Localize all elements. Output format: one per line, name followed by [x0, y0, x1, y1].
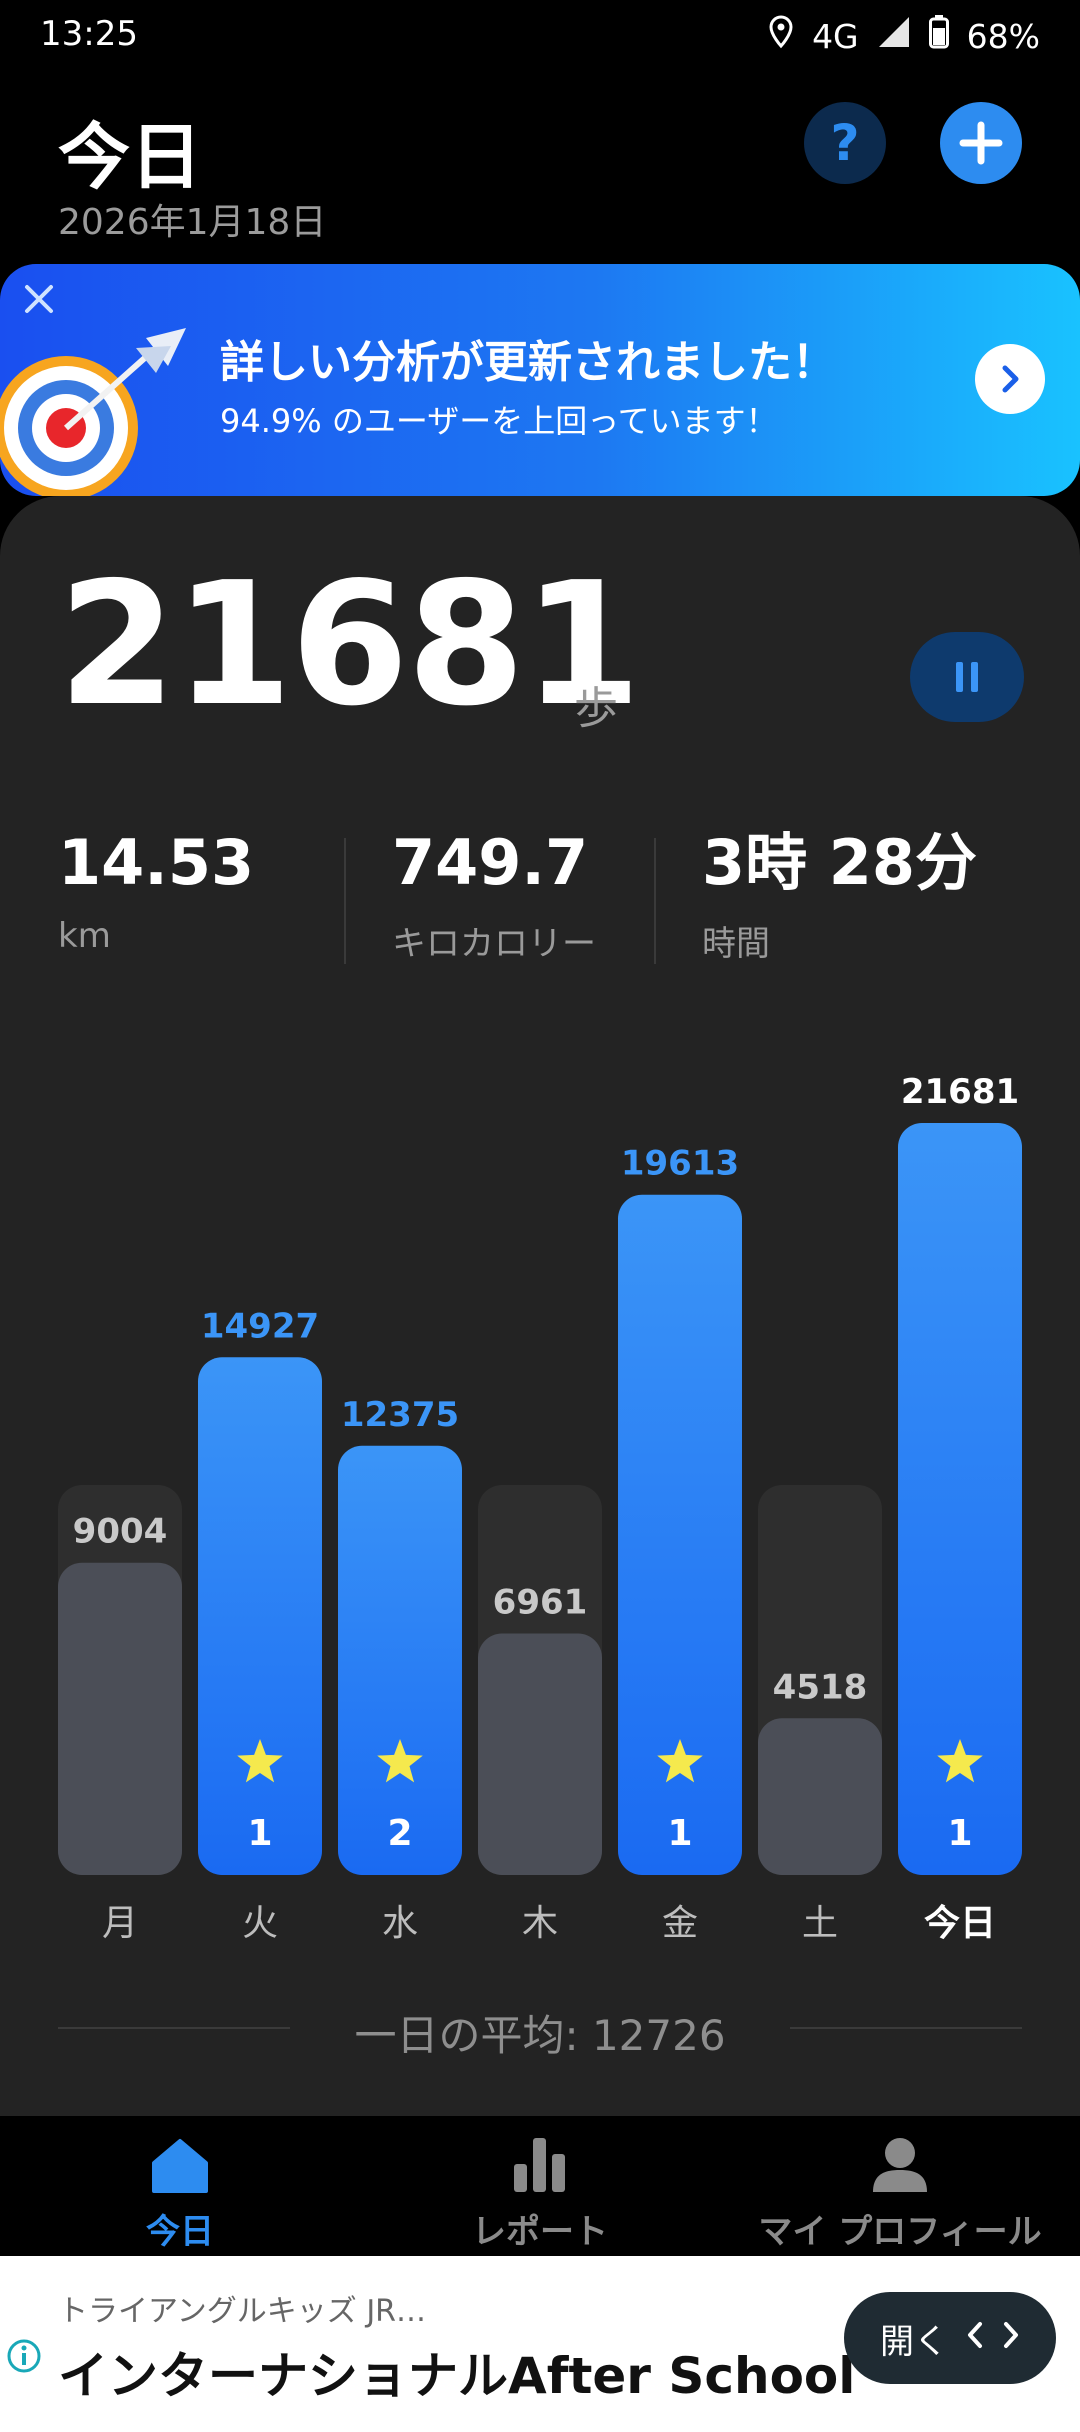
- chart-bar[interactable]: [478, 1633, 602, 1875]
- day-label: 水: [382, 1903, 418, 1944]
- bar-value-label: 6961: [493, 1583, 588, 1623]
- weekly-steps-chart: 9004 月 14927 1 火 12375 2 水 6961 木 19613 1 金 4518 土 2168…: [58, 1072, 1022, 1944]
- pause-button[interactable]: [910, 632, 1024, 722]
- daily-average: 一日の平均: 12726: [354, 2011, 726, 2060]
- day-label: 金: [662, 1903, 698, 1944]
- home-icon: [151, 2134, 209, 2194]
- ad-open-label: 開く: [880, 2321, 948, 2362]
- star-count: 1: [667, 1813, 692, 1854]
- nav-profile-label: マイ プロフィール: [758, 2212, 1042, 2252]
- chart-bar[interactable]: [758, 1718, 882, 1875]
- ad-title: インターナショナルAfter School: [58, 2347, 856, 2405]
- network-label: 4G: [812, 16, 859, 56]
- star-count: 1: [947, 1813, 972, 1854]
- target-icon: [0, 318, 206, 496]
- bar-value-label: 14927: [201, 1306, 319, 1346]
- status-icons: 4G 68%: [768, 14, 1040, 58]
- bar-value-label: 21681: [901, 1072, 1019, 1112]
- close-icon[interactable]: [22, 282, 56, 320]
- nav-profile[interactable]: マイ プロフィール: [720, 2116, 1080, 2256]
- duration-stat: 3時 28分 時間: [702, 832, 977, 965]
- day-label: 木: [522, 1903, 558, 1944]
- day-label: 火: [242, 1903, 278, 1944]
- ad-open-button[interactable]: 開く: [844, 2292, 1056, 2384]
- person-icon: [871, 2134, 929, 2194]
- banner-arrow-button[interactable]: [975, 344, 1045, 414]
- distance-stat: 14.53 km: [58, 826, 255, 957]
- page-date: 2026年1月18日: [58, 202, 327, 243]
- ad-subtitle: トライアングルキッズ JR…: [58, 2294, 427, 2329]
- chevron-right-icon: [1002, 2318, 1020, 2358]
- plus-icon: [959, 121, 1003, 165]
- status-time: 13:25: [40, 14, 138, 54]
- chart-bar[interactable]: [338, 1445, 462, 1875]
- promo-banner[interactable]: 詳しい分析が更新されました！ 94.9% のユーザーを上回っています！: [0, 264, 1080, 496]
- page-title: 今日: [58, 115, 203, 199]
- day-label: 今日: [924, 1903, 996, 1944]
- location-icon: [768, 15, 794, 57]
- stat-divider: [654, 838, 656, 964]
- bar-value-label: 9004: [73, 1512, 168, 1552]
- steps-unit: 歩: [574, 683, 618, 734]
- star-count: 2: [387, 1813, 412, 1854]
- banner-subtitle: 94.9% のユーザーを上回っています！: [220, 402, 778, 440]
- day-label: 土: [802, 1903, 838, 1944]
- nav-report[interactable]: レポート: [360, 2116, 720, 2256]
- chevron-left-icon: [966, 2318, 984, 2358]
- chart-bar[interactable]: [58, 1562, 182, 1875]
- duration-label: 時間: [702, 924, 770, 964]
- bar-value-label: 4518: [773, 1667, 868, 1707]
- bar-chart-icon: [512, 2134, 568, 2194]
- stat-divider: [344, 838, 346, 964]
- distance-value: 14.53: [58, 826, 255, 899]
- help-button[interactable]: ?: [804, 102, 886, 184]
- average-divider-right: [790, 2027, 1022, 2029]
- info-icon[interactable]: [6, 2338, 42, 2378]
- pause-icon: [956, 662, 978, 692]
- nav-report-label: レポート: [472, 2212, 608, 2252]
- calories-label: キロカロリー: [392, 924, 596, 964]
- nav-today[interactable]: 今日: [0, 2116, 360, 2256]
- chevron-right-icon: [1002, 365, 1019, 393]
- bar-value-label: 19613: [621, 1144, 739, 1184]
- distance-label: km: [58, 916, 111, 956]
- question-icon: ?: [830, 114, 860, 172]
- calories-value: 749.7: [392, 826, 589, 899]
- add-button[interactable]: [940, 102, 1022, 184]
- bar-value-label: 12375: [341, 1395, 459, 1435]
- steps-value: 21681: [58, 546, 641, 744]
- bottom-nav: 今日 レポート マイ プロフィール: [0, 2116, 1080, 2256]
- ad-banner[interactable]: トライアングルキッズ JR… インターナショナルAfter School 開く: [0, 2256, 1080, 2432]
- star-count: 1: [247, 1813, 272, 1854]
- banner-title: 詳しい分析が更新されました！: [220, 337, 836, 388]
- day-label: 月: [102, 1903, 138, 1944]
- battery-icon: [928, 15, 949, 57]
- chart-bar[interactable]: [198, 1357, 322, 1875]
- duration-value: 3時 28分: [702, 826, 978, 899]
- battery-percent: 68%: [966, 16, 1040, 56]
- signal-icon: [877, 15, 911, 57]
- calories-stat: 749.7 キロカロリー: [392, 832, 596, 965]
- nav-today-label: 今日: [146, 2212, 214, 2252]
